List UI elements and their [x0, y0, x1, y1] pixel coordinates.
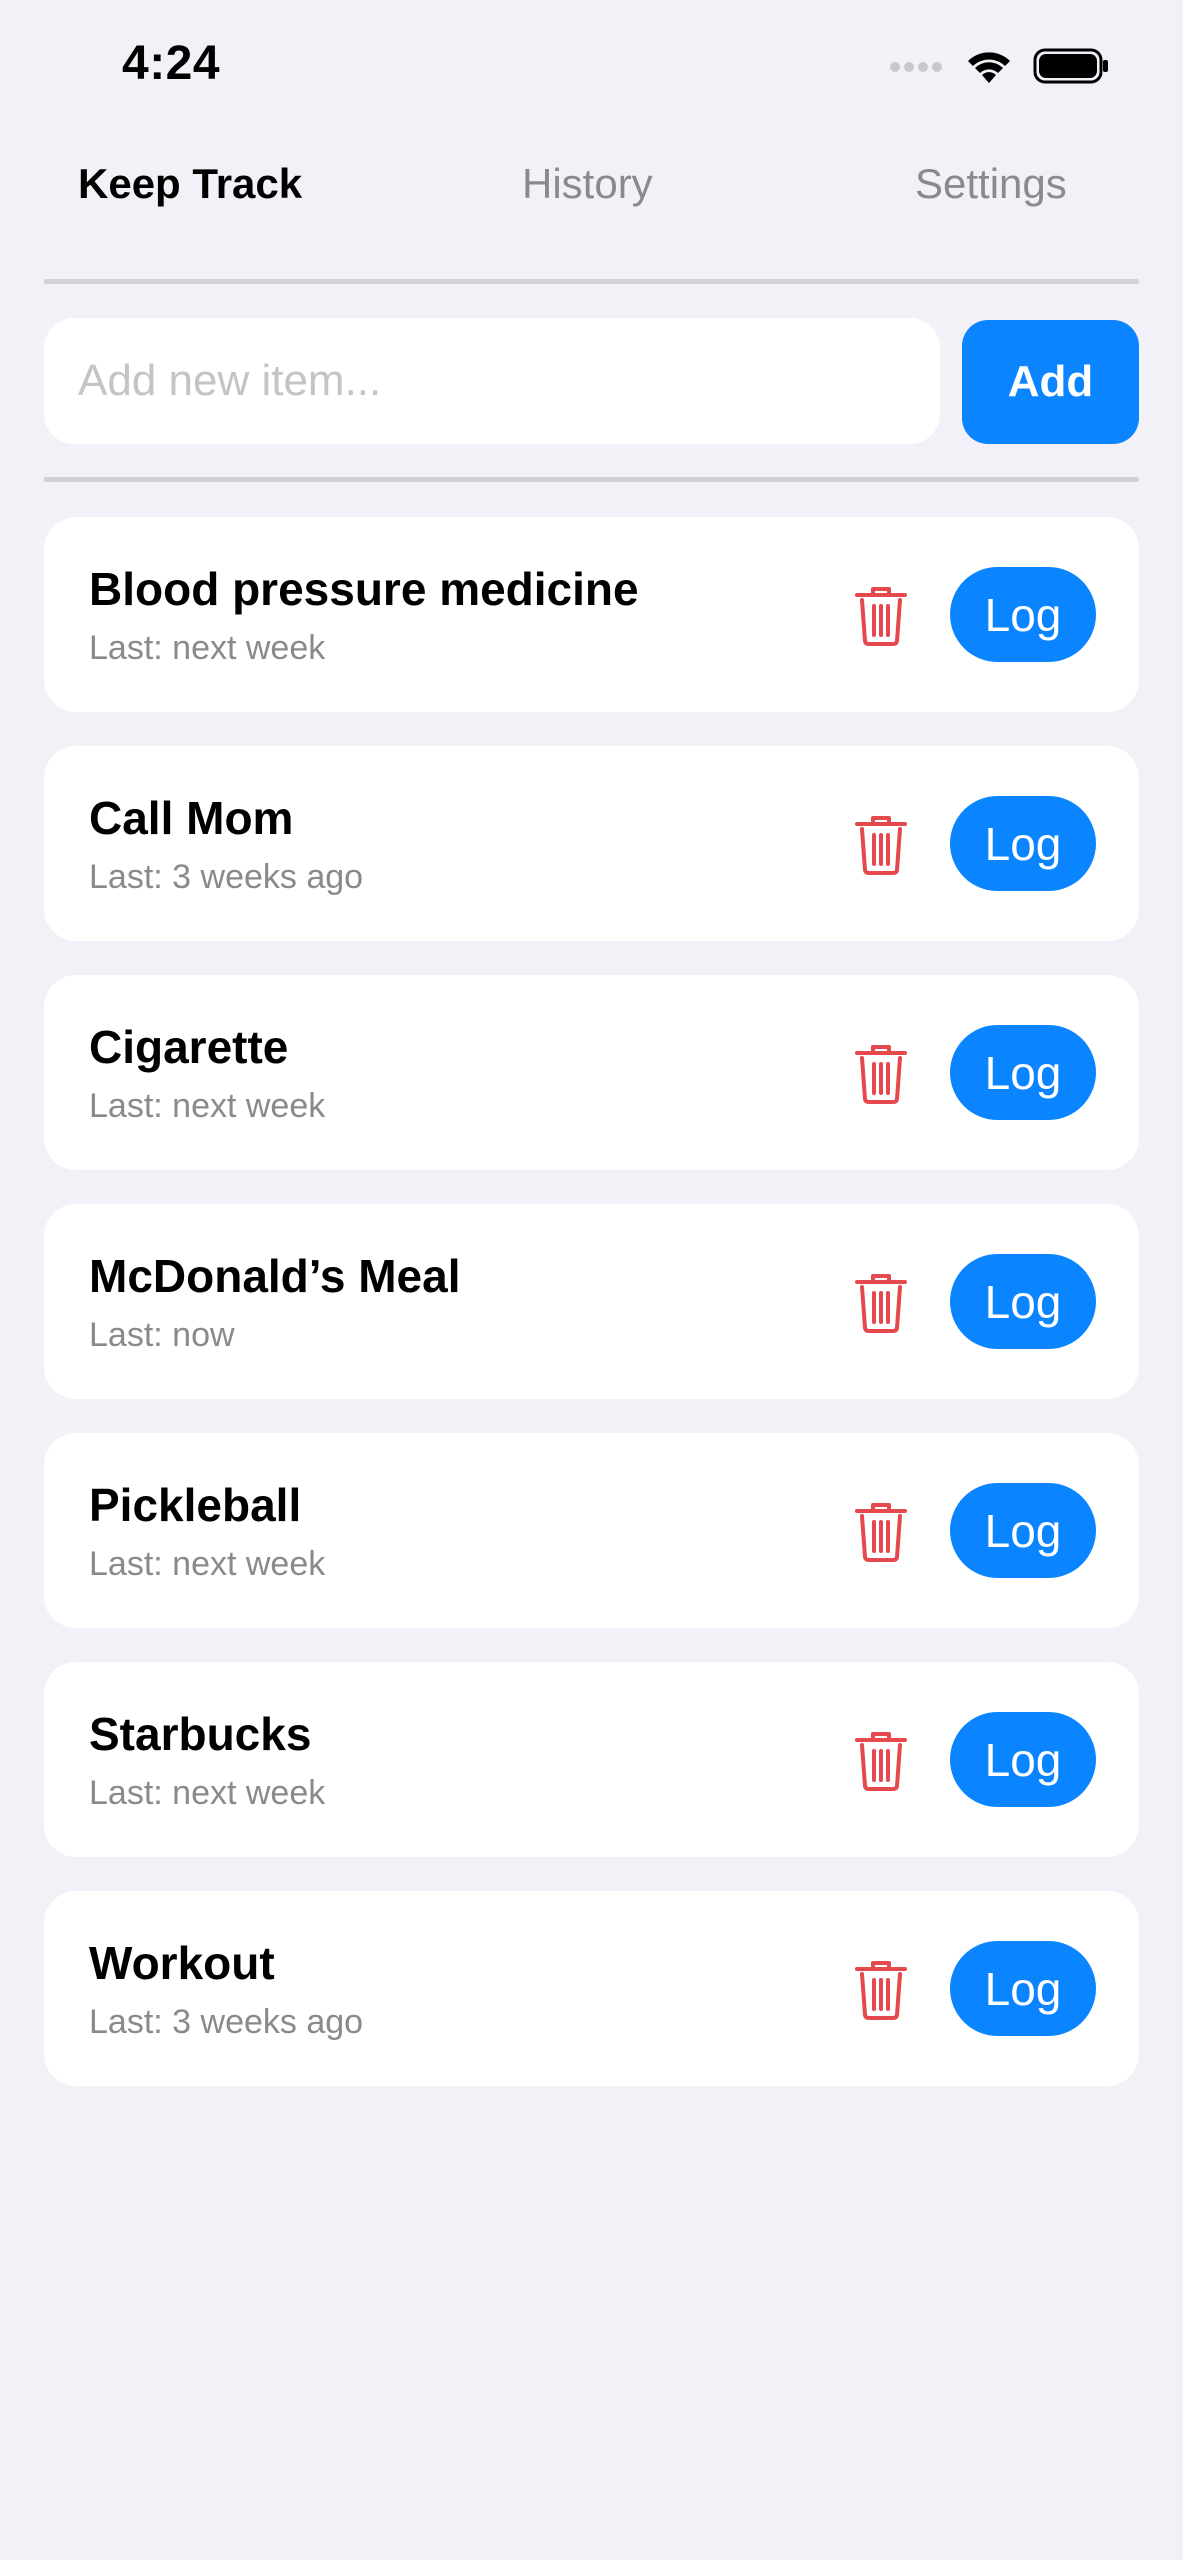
- item-title: Starbucks: [89, 1708, 312, 1760]
- list-item: Cigarette Last: next week Log: [44, 975, 1139, 1170]
- cellular-icon: [890, 62, 942, 72]
- add-button[interactable]: Add: [962, 320, 1139, 444]
- item-title: Blood pressure medicine: [89, 563, 639, 615]
- trash-icon[interactable]: [852, 1501, 910, 1563]
- status-bar: 4:24: [0, 0, 1183, 135]
- item-title: McDonald’s Meal: [89, 1250, 461, 1302]
- log-button[interactable]: Log: [950, 796, 1096, 891]
- item-last-logged: Last: next week: [89, 1545, 326, 1583]
- item-last-logged: Last: next week: [89, 1087, 326, 1125]
- item-last-logged: Last: next week: [89, 1774, 326, 1812]
- trash-icon[interactable]: [852, 1272, 910, 1334]
- list-item: Blood pressure medicine Last: next week …: [44, 517, 1139, 712]
- list-item: Workout Last: 3 weeks ago Log: [44, 1891, 1139, 2086]
- item-last-logged: Last: 3 weeks ago: [89, 2003, 364, 2041]
- trash-icon[interactable]: [852, 1043, 910, 1105]
- status-time: 4:24: [122, 37, 221, 90]
- divider: [44, 477, 1139, 482]
- list-item: Call Mom Last: 3 weeks ago Log: [44, 746, 1139, 941]
- tab-keep-track[interactable]: Keep Track: [78, 160, 302, 208]
- log-button[interactable]: Log: [950, 567, 1096, 662]
- item-last-logged: Last: 3 weeks ago: [89, 858, 364, 896]
- trash-icon[interactable]: [852, 1730, 910, 1792]
- top-tab-bar: Keep Track History Settings: [0, 150, 1183, 230]
- item-last-logged: Last: now: [89, 1316, 235, 1354]
- status-icons: [889, 44, 1109, 88]
- item-title: Cigarette: [89, 1021, 289, 1073]
- list-item: Pickleball Last: next week Log: [44, 1433, 1139, 1628]
- divider: [44, 279, 1139, 284]
- item-title: Workout: [89, 1937, 275, 1989]
- battery-icon: [1033, 48, 1108, 84]
- log-button[interactable]: Log: [950, 1712, 1096, 1807]
- log-button[interactable]: Log: [950, 1254, 1096, 1349]
- log-button[interactable]: Log: [950, 1025, 1096, 1120]
- trash-icon[interactable]: [852, 814, 910, 876]
- trash-icon[interactable]: [852, 1959, 910, 2021]
- item-title: Call Mom: [89, 792, 294, 844]
- new-item-input[interactable]: [44, 318, 940, 444]
- log-button[interactable]: Log: [950, 1941, 1096, 2036]
- log-button[interactable]: Log: [950, 1483, 1096, 1578]
- list-item: Starbucks Last: next week Log: [44, 1662, 1139, 1857]
- tracked-items-list: Blood pressure medicine Last: next week …: [44, 517, 1139, 2120]
- tab-history[interactable]: History: [522, 160, 653, 208]
- trash-icon[interactable]: [852, 585, 910, 647]
- tab-settings[interactable]: Settings: [915, 160, 1067, 208]
- item-title: Pickleball: [89, 1479, 302, 1531]
- app-screen: 4:24 Keep Track History Settings Add new…: [0, 0, 1183, 2560]
- wifi-icon: [968, 52, 1010, 83]
- item-last-logged: Last: next week: [89, 629, 326, 667]
- list-item: McDonald’s Meal Last: now Log: [44, 1204, 1139, 1399]
